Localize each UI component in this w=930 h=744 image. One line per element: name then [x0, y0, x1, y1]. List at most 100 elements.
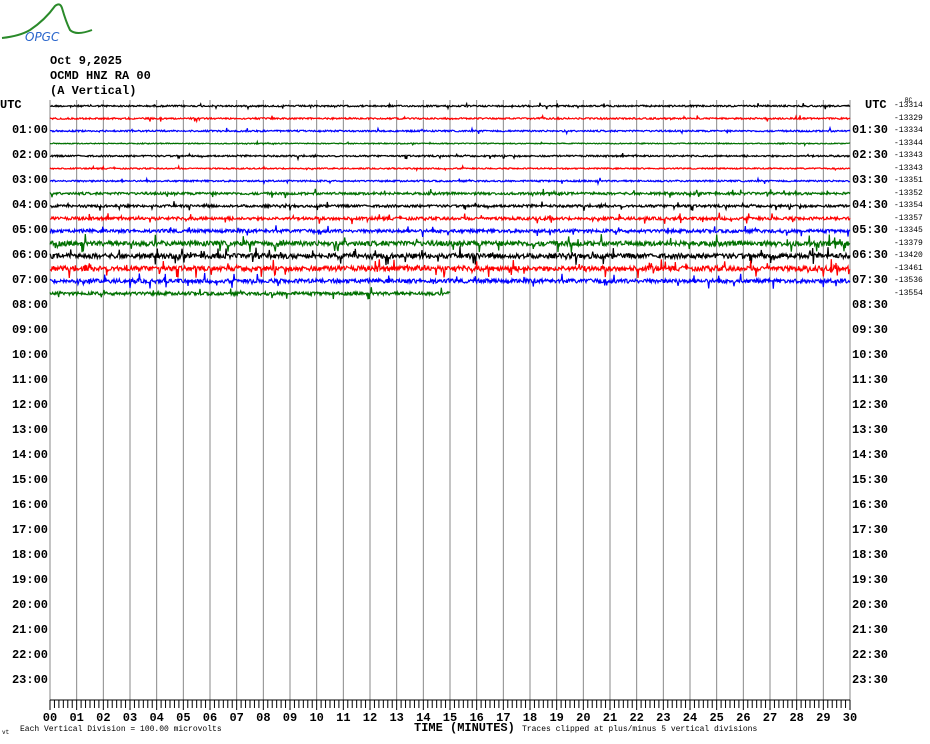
trace-offset-label: -13352 — [894, 188, 923, 198]
component-label: (A Vertical) — [50, 84, 137, 98]
clip-note: Traces clipped at plus/minus 5 vertical … — [522, 725, 758, 734]
left-time-label: 20:00 — [11, 598, 48, 612]
helicorder-plot: OPGC 00 01 02 03 04 05 06 07 08 09 10 11 12 13 14 15 16 1… — [1, 3, 857, 725]
left-time-label: 04:00 — [11, 198, 48, 212]
right-time-label: 06:30 — [852, 248, 889, 262]
x-tick-label: 08 — [256, 711, 270, 725]
left-time-label: 23:00 — [11, 673, 48, 687]
x-tick-label: 04 — [149, 711, 163, 725]
right-time-label: 13:30 — [852, 423, 889, 437]
x-tick-label: 18 — [523, 711, 537, 725]
x-tick-label: 26 — [736, 711, 750, 725]
x-tick-label: 13 — [389, 711, 403, 725]
x-tick-label: 28 — [789, 711, 803, 725]
left-time-label: 06:00 — [11, 248, 48, 262]
x-tick-label: 20 — [576, 711, 590, 725]
right-time-label: 09:30 — [852, 323, 889, 337]
x-tick-label: 00 — [43, 711, 57, 725]
x-tick-label: 19 — [549, 711, 563, 725]
right-time-label: 11:30 — [852, 373, 889, 387]
right-time-label: 20:30 — [852, 598, 889, 612]
left-time-label: 22:00 — [11, 648, 48, 662]
right-time-label: 23:30 — [852, 673, 889, 687]
trace-row-15 — [49, 287, 451, 300]
right-time-label: 12:30 — [852, 398, 889, 412]
left-time-label: 13:00 — [11, 423, 48, 437]
trace-offset-label: -13536 — [894, 276, 923, 285]
right-time-label: UTC — [865, 98, 887, 112]
trace-offset-label: -13354 — [894, 201, 923, 210]
right-time-label: 21:30 — [852, 623, 889, 637]
trace-offset-label: -13344 — [894, 138, 923, 148]
x-tick-label: 03 — [123, 711, 137, 725]
right-time-label: 19:30 — [852, 573, 889, 587]
x-tick-label: 01 — [69, 711, 83, 725]
trace-offset-label: -13345 — [894, 226, 923, 235]
vertical-division-note: Each Vertical Division = 100.00 microvol… — [20, 725, 222, 734]
trace-offset-label: -13554 — [894, 288, 923, 298]
logo-text: OPGC — [25, 30, 60, 44]
left-time-label: 03:00 — [11, 173, 48, 187]
x-tick-label: 11 — [336, 711, 350, 725]
left-time-label: 17:00 — [11, 523, 48, 537]
trace-offset-label: -13343 — [894, 151, 923, 160]
left-time-label: 19:00 — [11, 573, 48, 587]
trace-offset-label: -13357 — [894, 213, 923, 223]
x-tick-label: 06 — [203, 711, 217, 725]
trace-offset-label: -13351 — [894, 176, 923, 185]
date-label: Oct 9,2025 — [50, 54, 123, 68]
left-time-label: 14:00 — [11, 448, 48, 462]
x-tick-label: 12 — [363, 711, 377, 725]
left-time-label: 10:00 — [11, 348, 48, 362]
bc-label: BC — [905, 97, 913, 104]
right-time-label: 03:30 — [852, 173, 889, 187]
station-label: OCMD HNZ RA 00 — [50, 69, 151, 83]
trace-offset-label: -13334 — [894, 126, 923, 135]
trace-offset-label: -13379 — [894, 238, 923, 248]
x-tick-label: 09 — [283, 711, 297, 725]
trace-offset-label: -13343 — [894, 163, 923, 173]
right-time-label: 18:30 — [852, 548, 889, 562]
x-tick-label: 05 — [176, 711, 190, 725]
logo-icon: OPGC — [1, 3, 93, 44]
right-time-label: 05:30 — [852, 223, 889, 237]
right-time-label: 01:30 — [852, 123, 889, 137]
x-tick-label: 24 — [683, 711, 697, 725]
x-tick-label: 30 — [843, 711, 857, 725]
right-time-label: 02:30 — [852, 148, 889, 162]
left-time-label: 09:00 — [11, 323, 48, 337]
left-time-label: 12:00 — [11, 398, 48, 412]
x-tick-label: 02 — [96, 711, 110, 725]
right-time-label: 15:30 — [852, 473, 889, 487]
trace-offset-label: -13420 — [894, 251, 923, 260]
x-tick-label: 27 — [763, 711, 777, 725]
left-time-label: 08:00 — [11, 298, 48, 312]
x-tick-label: 10 — [309, 711, 323, 725]
left-time-label: 11:00 — [11, 373, 48, 387]
trace-offset-label: -13461 — [894, 263, 923, 273]
x-axis-title: TIME (MINUTES) — [414, 721, 515, 735]
corner-mark: vt — [2, 729, 10, 736]
right-time-label: 17:30 — [852, 523, 889, 537]
left-time-label: 18:00 — [11, 548, 48, 562]
x-tick-label: 21 — [603, 711, 617, 725]
trace-offset-label: -13329 — [894, 113, 923, 123]
x-tick-label: 07 — [229, 711, 243, 725]
right-time-label: 10:30 — [852, 348, 889, 362]
left-time-label: 02:00 — [11, 148, 48, 162]
x-tick-label: 23 — [656, 711, 670, 725]
left-time-label: 01:00 — [11, 123, 48, 137]
x-tick-label: 22 — [629, 711, 643, 725]
right-time-label: 16:30 — [852, 498, 889, 512]
right-time-label: 22:30 — [852, 648, 889, 662]
left-time-label: UTC — [0, 98, 22, 112]
right-time-label: 08:30 — [852, 298, 889, 312]
left-time-label: 07:00 — [11, 273, 48, 287]
left-time-label: 05:00 — [11, 223, 48, 237]
right-time-label: 14:30 — [852, 448, 889, 462]
left-time-label: 21:00 — [11, 623, 48, 637]
left-time-label: 15:00 — [11, 473, 48, 487]
x-tick-label: 29 — [816, 711, 830, 725]
left-time-label: 16:00 — [11, 498, 48, 512]
right-time-label: 07:30 — [852, 273, 889, 287]
